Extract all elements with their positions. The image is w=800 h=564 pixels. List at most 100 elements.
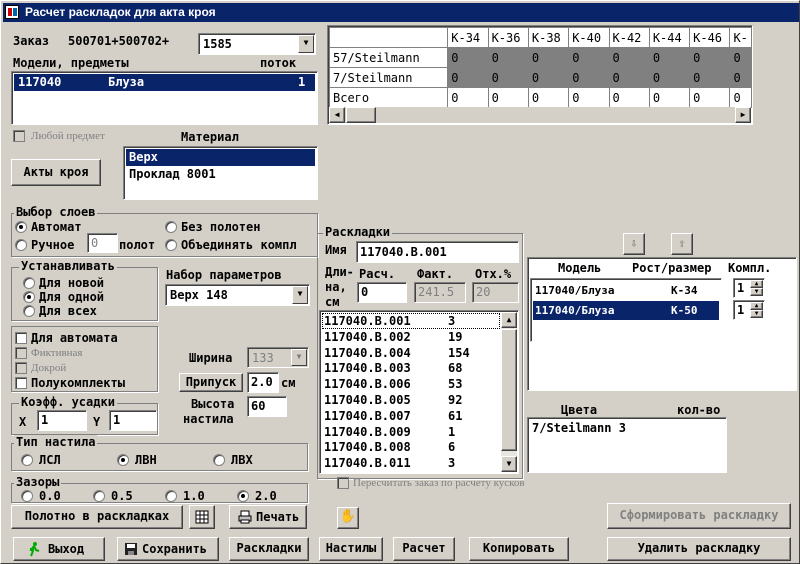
grid-icon[interactable]: [189, 505, 215, 529]
fact-length-input[interactable]: 241.5: [414, 282, 466, 303]
scroll-left-icon[interactable]: ◀: [329, 107, 345, 123]
save-button[interactable]: Сохранить: [117, 537, 219, 561]
kompl-spinner[interactable]: 1 ▲ ▼: [733, 300, 765, 320]
recalc-checkbox[interactable]: [337, 477, 349, 489]
scroll-down-icon[interactable]: ▼: [501, 456, 517, 472]
list-item[interactable]: 117040.В.005 92: [322, 392, 500, 408]
semi-checkbox[interactable]: [15, 377, 27, 389]
width-dropdown-icon[interactable]: ▼: [291, 349, 307, 366]
spread-lsl-radio[interactable]: [21, 454, 33, 466]
list-item[interactable]: 117040.В.011 3: [322, 455, 500, 471]
scroll-thumb[interactable]: [501, 329, 517, 451]
list-item[interactable]: 117040/Блуза К-50: [533, 301, 719, 320]
scroll-right-icon[interactable]: ▶: [735, 107, 751, 123]
delete-layout-button[interactable]: Удалить раскладку: [607, 537, 791, 561]
models-list[interactable]: 117040 Блуза 1: [11, 71, 318, 125]
size-grid[interactable]: К-34 К-36 К-38 К-40 К-42 К-44 К-46 К- 57…: [327, 25, 753, 125]
scroll-thumb[interactable]: [346, 107, 376, 123]
layouts-button[interactable]: Раскладки: [229, 537, 309, 561]
hand-icon[interactable]: ✋: [337, 507, 359, 529]
list-item[interactable]: 117040 Блуза 1: [14, 74, 315, 91]
doubler-checkbox[interactable]: [15, 362, 27, 374]
model-column-header: Модель: [558, 261, 602, 275]
param-set-select[interactable]: Верх 148 ▼: [165, 284, 310, 306]
column-header[interactable]: К-46: [689, 27, 731, 48]
column-header[interactable]: К-42: [608, 27, 650, 48]
spin-up-icon[interactable]: ▲: [750, 280, 763, 288]
list-item[interactable]: 117040.В.001 3: [322, 313, 500, 329]
no-cloth-radio[interactable]: [165, 221, 177, 233]
allowance-input[interactable]: 2.0: [247, 372, 279, 393]
layout-name-input[interactable]: 117040.В.001: [356, 241, 519, 263]
scroll-up-icon[interactable]: ▲: [501, 312, 517, 328]
material-list[interactable]: Верх Проклад 8001: [123, 146, 318, 200]
spread-lvh-radio[interactable]: [213, 454, 225, 466]
manual-radio[interactable]: [15, 239, 27, 251]
list-item[interactable]: 117040.В.008 6: [322, 439, 500, 455]
column-header[interactable]: К-34: [447, 27, 489, 48]
list-item[interactable]: 117040.В.006 53: [322, 376, 500, 392]
column-header[interactable]: К-40: [568, 27, 610, 48]
list-item[interactable]: 117040.В.009 1: [322, 424, 500, 440]
install-new-radio[interactable]: [23, 277, 35, 289]
shrink-y-input[interactable]: 1: [109, 410, 157, 431]
form-layout-button[interactable]: Сформировать раскладку: [607, 503, 791, 529]
shrink-x-input[interactable]: 1: [37, 410, 87, 431]
column-header[interactable]: К-36: [487, 27, 529, 48]
manual-count-input[interactable]: 0: [87, 233, 118, 253]
spread-lvn-label: ЛВН: [135, 453, 157, 467]
acts-button[interactable]: Акты кроя: [11, 159, 101, 186]
param-set-dropdown-icon[interactable]: ▼: [292, 286, 308, 304]
order-dropdown-icon[interactable]: ▼: [298, 35, 314, 53]
move-up-arrow-icon[interactable]: ⇧: [671, 233, 693, 255]
param-set-label: Набор параметров: [166, 268, 282, 282]
install-all-radio[interactable]: [23, 305, 35, 317]
cloth-in-layouts-button[interactable]: Полотно в раскладках: [11, 505, 183, 529]
install-one-radio[interactable]: [23, 291, 35, 303]
column-header[interactable]: К-44: [648, 27, 691, 48]
vertical-scrollbar[interactable]: ▲ ▼: [501, 312, 517, 472]
gap-2-radio[interactable]: [237, 490, 249, 502]
list-item[interactable]: 117040.В.002 19: [322, 329, 500, 345]
list-item[interactable]: 117040.В.004 154: [322, 345, 500, 361]
list-item[interactable]: 117040.В.007 61: [322, 408, 500, 424]
column-header[interactable]: К-38: [527, 27, 570, 48]
width-select[interactable]: 133 ▼: [247, 347, 309, 368]
exit-button[interactable]: Выход: [13, 537, 105, 561]
layout-models-list[interactable]: 117040/Блуза К-34 117040/Блуза К-50: [530, 278, 722, 342]
list-item[interactable]: Верх: [126, 149, 315, 166]
list-item[interactable]: 7/Steilmann 3: [532, 421, 626, 435]
spin-down-icon[interactable]: ▼: [750, 288, 763, 296]
print-button[interactable]: Печать: [229, 505, 307, 529]
gap-05-radio[interactable]: [93, 490, 105, 502]
spreads-button[interactable]: Настилы: [319, 537, 383, 561]
order-value: 1585: [203, 37, 232, 51]
combine-radio[interactable]: [165, 239, 177, 251]
calc-button[interactable]: Расчет: [393, 537, 455, 561]
spin-down-icon[interactable]: ▼: [750, 310, 763, 318]
layouts-list[interactable]: 117040.В.001 3 117040.В.002 19 117040.В.004 1…: [319, 310, 519, 474]
allowance-button[interactable]: Припуск: [179, 373, 243, 392]
waste-input[interactable]: 20: [472, 282, 519, 303]
gap-0-radio[interactable]: [21, 490, 33, 502]
list-item[interactable]: 117040/Блуза К-34: [533, 281, 719, 300]
colors-list[interactable]: 7/Steilmann 3: [527, 417, 727, 473]
table-row: 57/Steilmann 0 0 0 0 0 0 0 0: [328, 47, 752, 68]
spread-lvn-radio[interactable]: [117, 454, 129, 466]
auto-checkbox[interactable]: [15, 332, 27, 344]
order-select[interactable]: 1585 ▼: [198, 33, 316, 55]
horizontal-scrollbar[interactable]: ◀ ▶: [329, 107, 751, 123]
auto-radio[interactable]: [15, 221, 27, 233]
copy-button[interactable]: Копировать: [469, 537, 569, 561]
gap-1-radio[interactable]: [165, 490, 177, 502]
column-header[interactable]: К-: [729, 27, 752, 48]
kompl-spinner[interactable]: 1 ▲ ▼: [733, 278, 765, 298]
height-input[interactable]: 60: [247, 396, 287, 417]
list-item[interactable]: 117040.В.003 68: [322, 360, 500, 376]
move-down-arrow-icon[interactable]: ⇩: [623, 233, 645, 255]
any-item-checkbox[interactable]: [13, 130, 25, 142]
spin-up-icon[interactable]: ▲: [750, 302, 763, 310]
fictive-checkbox[interactable]: [15, 347, 27, 359]
list-item[interactable]: Проклад 8001: [126, 166, 315, 183]
calc-length-input[interactable]: 0: [357, 282, 407, 303]
